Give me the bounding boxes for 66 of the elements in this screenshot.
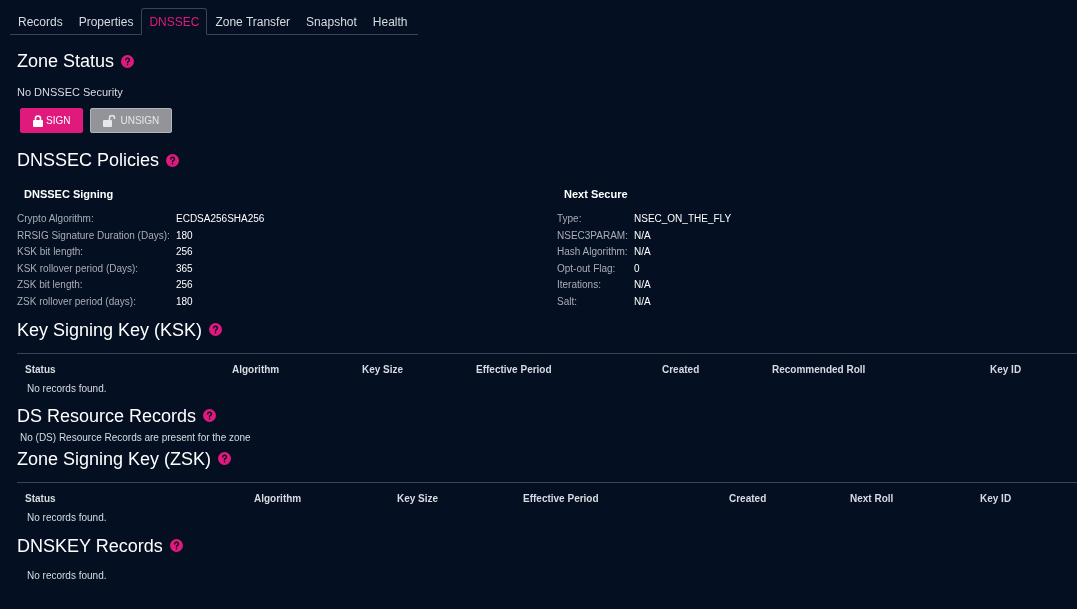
- field-label: NSEC3PARAM:: [557, 228, 629, 243]
- section-heading: DNSSEC Policies: [17, 149, 160, 171]
- group-heading: Next Secure: [564, 188, 628, 200]
- column-header: Key ID: [980, 491, 1013, 506]
- padlock-icon: [33, 114, 43, 127]
- field-value: NSEC_ON_THE_FLY: [634, 212, 732, 226]
- field-value: 180: [176, 294, 193, 309]
- field-label: Crypto Algorithm:: [17, 212, 95, 226]
- help-icon[interactable]: [169, 539, 183, 553]
- column-header: Key Size: [362, 362, 405, 377]
- tab[interactable]: Records: [10, 8, 71, 35]
- empty-message: No records found.: [27, 511, 107, 523]
- section-heading: Key Signing Key (KSK): [17, 318, 203, 341]
- column-header: Next Roll: [850, 491, 895, 506]
- tab[interactable]: Health: [364, 8, 416, 35]
- field-label: ZSK rollover period (days):: [17, 294, 137, 309]
- field-value: 0: [634, 261, 640, 276]
- field-label: Salt:: [557, 294, 578, 309]
- field-label: Hash Algorithm:: [557, 245, 629, 260]
- column-header: Status: [25, 362, 57, 377]
- field-value: N/A: [634, 278, 651, 293]
- section-heading: DS Resource Records: [17, 404, 197, 427]
- empty-message: No (DS) Resource Records are present for the zone: [20, 431, 251, 443]
- field-label: ZSK bit length:: [17, 278, 84, 293]
- field-value: 256: [176, 245, 193, 260]
- column-header: Status: [25, 491, 57, 506]
- column-header: Algorithm: [254, 491, 303, 506]
- tab[interactable]: Snapshot: [298, 8, 365, 35]
- column-header: Recommended Roll: [772, 362, 867, 377]
- field-value: ECDSA256SHA256: [176, 212, 265, 226]
- field-value: N/A: [634, 228, 651, 243]
- help-icon[interactable]: [209, 323, 223, 337]
- sign-button[interactable]: SIGN: [20, 108, 84, 133]
- column-header: Key ID: [990, 362, 1023, 377]
- help-icon[interactable]: [166, 153, 180, 167]
- empty-message: No records found.: [27, 569, 107, 581]
- column-header: Algorithm: [232, 362, 281, 377]
- section-heading: Zone Signing Key (ZSK): [17, 447, 212, 470]
- field-label: Opt-out Flag:: [557, 261, 617, 276]
- field-label: KSK bit length:: [17, 245, 85, 260]
- field-value: 180: [176, 228, 193, 243]
- column-header: Effective Period: [523, 491, 600, 506]
- help-icon[interactable]: [121, 54, 135, 68]
- field-label: RRSIG Signature Duration (Days):: [17, 228, 171, 243]
- column-header: Created: [729, 491, 768, 506]
- section-heading: DNSKEY Records: [17, 534, 163, 557]
- field-value: 256: [176, 278, 193, 293]
- field-label: Iterations:: [557, 278, 602, 293]
- field-value: 365: [176, 261, 193, 276]
- help-icon[interactable]: [203, 409, 217, 423]
- column-header: Effective Period: [476, 362, 553, 377]
- section-heading: Zone Status: [17, 50, 115, 72]
- column-header: Created: [662, 362, 701, 377]
- unlocked-padlock-icon: [103, 114, 118, 127]
- tab[interactable]: DNSSEC: [141, 8, 208, 35]
- empty-message: No records found.: [27, 382, 107, 394]
- column-header: Key Size: [397, 491, 440, 506]
- field-label: Type:: [557, 212, 583, 226]
- help-icon[interactable]: [218, 452, 232, 466]
- status-text: No DNSSEC Security: [17, 86, 123, 98]
- field-value: N/A: [634, 294, 651, 309]
- tab[interactable]: Zone Transfer: [207, 8, 299, 35]
- tab[interactable]: Properties: [70, 8, 142, 35]
- field-value: N/A: [634, 245, 651, 260]
- field-label: KSK rollover period (Days):: [17, 261, 140, 276]
- group-heading: DNSSEC Signing: [24, 188, 114, 200]
